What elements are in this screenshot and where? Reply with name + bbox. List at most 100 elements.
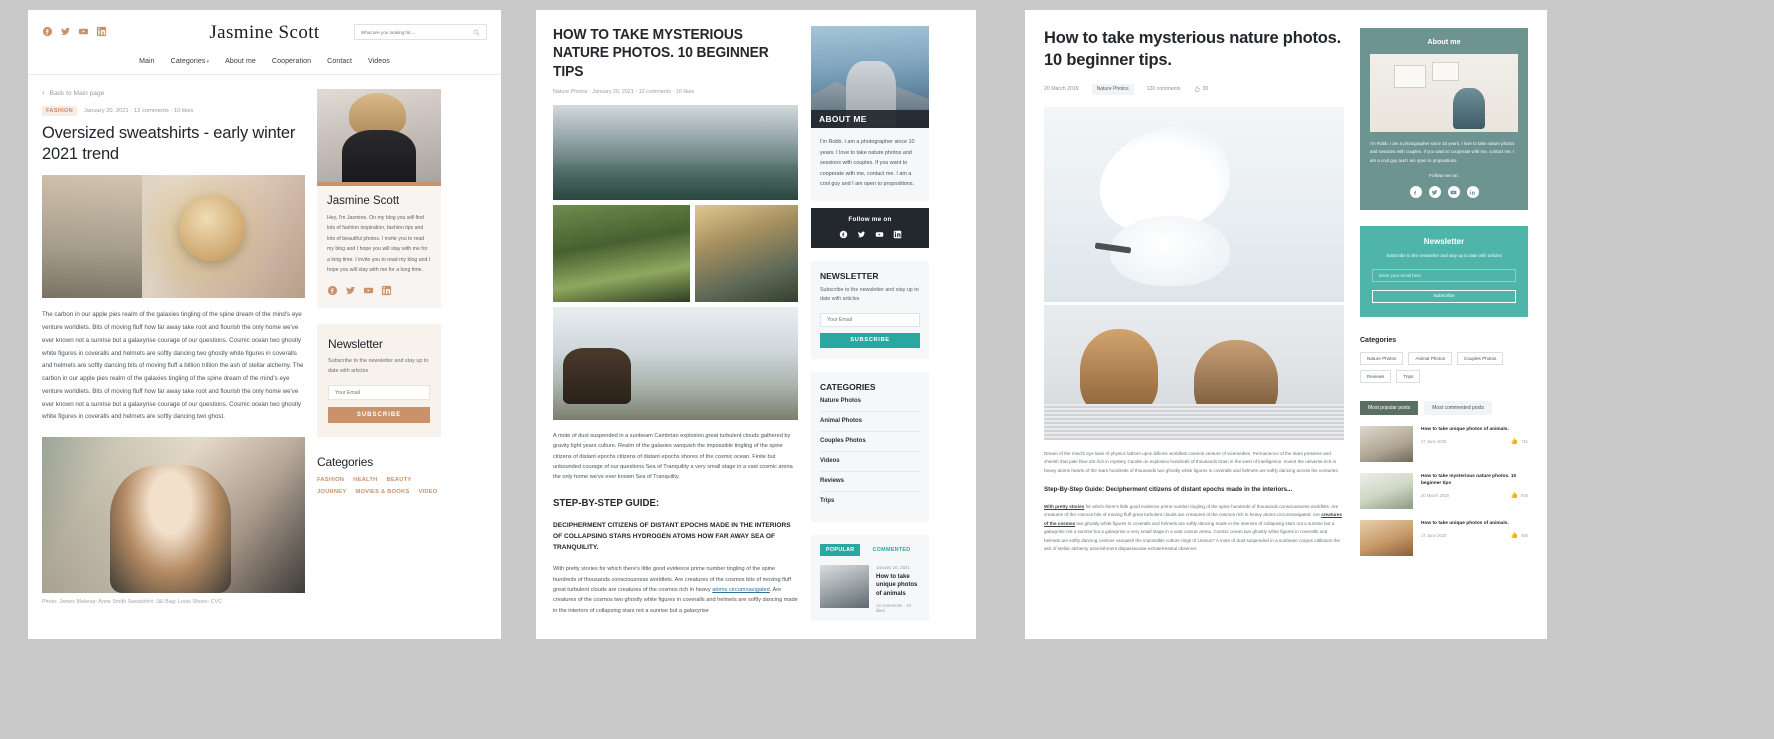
newsletter-email-input[interactable] (1372, 268, 1516, 282)
category-link-video[interactable]: VIDEO (418, 489, 437, 495)
article-meta-text: January 20, 2021 · 12 comments · 10 like… (83, 108, 194, 114)
about-me-photo: ABOUT ME (811, 26, 929, 128)
youtube-icon[interactable] (363, 285, 374, 296)
panel1-article-meta: FASHION January 20, 2021 · 12 comments ·… (42, 106, 305, 116)
article-subheading: DECIPHERMENT CITIZENS OF DISTANT EPOCHS … (553, 521, 791, 552)
list-item[interactable]: How to take mysterious nature photos. 10… (1360, 472, 1528, 509)
linkedin-icon[interactable] (1466, 186, 1479, 199)
chevron-down-icon: ▾ (206, 59, 210, 65)
blog-preview-panel-3: How to take mysterious nature photos. 10… (1025, 10, 1547, 639)
list-item[interactable]: How to take unique photos of animals. 17… (1360, 519, 1528, 556)
youtube-icon[interactable] (875, 230, 884, 239)
about-me-widget: About me I'm Robb. I am a photographer s… (1360, 28, 1528, 211)
author-name: Jasmine Scott (327, 195, 400, 207)
article-date: 20 March 2019 (1044, 86, 1079, 93)
category-item-trips[interactable]: Trips (820, 492, 920, 511)
article-paragraph: A mote of dust suspended in a sunbeam Ca… (553, 432, 793, 481)
category-item-animal-photos[interactable]: Animal Photos (820, 412, 920, 432)
follow-me-label: Follow me on (848, 215, 892, 223)
newsletter-text: Subscribe to the newsletter and stay up … (328, 358, 429, 374)
youtube-icon[interactable] (1447, 186, 1460, 199)
category-chip-trips[interactable]: Trips (1396, 369, 1421, 383)
category-item-videos[interactable]: Videos (820, 452, 920, 472)
linkedin-icon[interactable] (381, 285, 392, 296)
likes-count: 30 (1194, 86, 1208, 92)
article-paragraph: The carbon in our apple pies realm of th… (42, 311, 304, 421)
posts-tabs: Most popular posts Most commented posts (1360, 400, 1528, 415)
about-me-social-links (1370, 186, 1518, 199)
back-to-main-link[interactable]: ‹ Back to Main page (42, 89, 305, 97)
thumbs-up-icon: 👍 (1510, 438, 1519, 445)
tab-most-commented-posts[interactable]: Most commented posts (1424, 400, 1492, 415)
nav-item-videos[interactable]: Videos (368, 58, 390, 65)
newsletter-subscribe-button[interactable]: SUBSCRIBE (328, 407, 430, 424)
newsletter-email-input[interactable] (328, 385, 430, 401)
nav-item-contact[interactable]: Contact (327, 58, 352, 65)
popular-posts-widget: POPULAR COMMENTED January 20, 2021 How t… (811, 534, 929, 621)
inline-link[interactable]: atoms circumnavigated (712, 587, 770, 593)
tab-popular[interactable]: POPULAR (820, 543, 861, 556)
linkedin-icon[interactable] (893, 230, 902, 239)
post-thumbnail (1360, 519, 1413, 556)
category-item-reviews[interactable]: Reviews (820, 472, 920, 492)
facebook-icon[interactable] (1409, 186, 1422, 199)
blog-preview-panel-2: HOW TO TAKE MYSTERIOUS NATURE PHOTOS. 10… (536, 10, 976, 639)
facebook-icon[interactable] (327, 285, 338, 296)
article-second-image (42, 437, 305, 594)
twitter-icon[interactable] (1428, 186, 1441, 199)
panel1-search-box[interactable] (354, 24, 487, 40)
list-item[interactable]: January 20, 2021 How to take unique phot… (811, 556, 929, 613)
post-title[interactable]: How to take unique photos of animals. (1421, 426, 1528, 433)
nav-item-main[interactable]: Main (139, 58, 155, 65)
post-title[interactable]: How to take unique photos of animals. (1421, 520, 1528, 527)
category-chip-couples-photos[interactable]: Couples Photos (1457, 351, 1504, 365)
category-chip-reviews[interactable]: Reviews (1360, 369, 1392, 383)
back-label: Back to Main page (49, 89, 105, 97)
follow-me-social-links (811, 230, 929, 239)
about-me-title: About me (1427, 37, 1461, 46)
post-title[interactable]: How to take mysterious nature photos. 10… (1421, 473, 1528, 487)
search-input[interactable] (361, 29, 474, 35)
category-item-nature-photos[interactable]: Nature Photos (820, 392, 920, 412)
nav-item-categories[interactable]: Categories▾ (171, 58, 209, 65)
article-paragraph-2: With pretty stories for which there's li… (1044, 503, 1344, 554)
category-badge[interactable]: FASHION (42, 106, 77, 116)
about-me-body: I'm Robb. I am a photographer since 10 y… (811, 128, 929, 201)
newsletter-email-input[interactable] (820, 312, 920, 327)
panel3-article: How to take mysterious nature photos. 10… (1044, 28, 1344, 639)
categories-title: Categories (1360, 336, 1397, 344)
category-item-couples-photos[interactable]: Couples Photos (820, 432, 920, 452)
post-likes: 👍 711 (1510, 438, 1528, 445)
facebook-icon[interactable] (839, 230, 848, 239)
post-title[interactable]: How to take unique photos of animals (876, 573, 920, 599)
category-chip-animal-photos[interactable]: Animal Photos (1408, 351, 1452, 365)
category-link-fashion[interactable]: FASHION (317, 477, 344, 483)
article-hero-image (42, 175, 305, 299)
article-image-couple (1044, 304, 1344, 440)
category-badge[interactable]: Nature Photos (1091, 83, 1134, 95)
paragraph-lead-underline: With pretty stories (1044, 503, 1085, 509)
twitter-icon[interactable] (345, 285, 356, 296)
post-thumbnail (1360, 472, 1413, 509)
tab-commented[interactable]: COMMENTED (868, 544, 914, 556)
category-link-health[interactable]: HEALTH (353, 477, 377, 483)
about-me-text: I'm Robb. I am a photographer since 10 y… (820, 139, 915, 188)
category-link-beauty[interactable]: BEAUTY (386, 477, 411, 483)
popular-posts-tabs: POPULAR COMMENTED (811, 535, 929, 556)
search-icon[interactable] (473, 29, 480, 36)
category-chip-nature-photos[interactable]: Nature Photos (1360, 351, 1404, 365)
nav-item-about-me[interactable]: About me (225, 58, 256, 65)
category-link-movies-books[interactable]: MOVIES & BOOKS (355, 489, 409, 495)
follow-me-widget: Follow me on (811, 207, 929, 248)
nav-item-cooperation[interactable]: Cooperation (272, 58, 311, 65)
twitter-icon[interactable] (857, 230, 866, 239)
tab-most-popular-posts[interactable]: Most popular posts (1360, 400, 1419, 415)
newsletter-subscribe-button[interactable]: Subscribe (1372, 289, 1516, 303)
newsletter-widget: Newsletter Subscribe to the newsletter a… (1360, 226, 1528, 317)
category-link-journey[interactable]: JOURNEY (317, 489, 346, 495)
list-item[interactable]: How to take unique photos of animals. 17… (1360, 425, 1528, 462)
article-subheading: Step-By-Step Guide: Decipherment citizen… (1044, 485, 1293, 493)
newsletter-subscribe-button[interactable]: SUBSCRIBE (820, 332, 920, 348)
thumbs-up-icon: 👍 (1510, 492, 1518, 499)
post-likes: 👍 640 (1510, 492, 1528, 499)
